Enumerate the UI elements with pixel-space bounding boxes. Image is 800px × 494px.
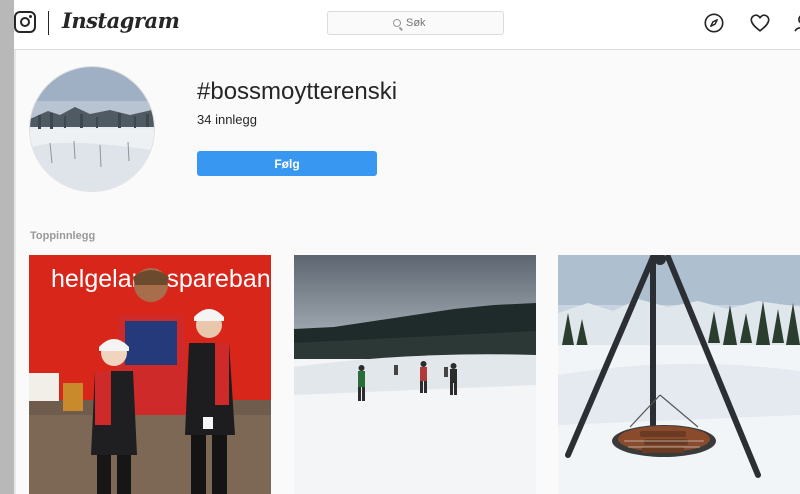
top-post-1[interactable]: helgeland sparebank	[29, 255, 271, 494]
instagram-logo[interactable]: Instagram	[62, 8, 180, 33]
profile-icon[interactable]	[792, 12, 800, 34]
compass-icon[interactable]	[703, 12, 725, 34]
heart-icon[interactable]	[749, 12, 771, 34]
top-nav-bar: Instagram	[14, 0, 800, 50]
instagram-camera-icon[interactable]	[14, 11, 36, 33]
search-input[interactable]	[406, 17, 438, 29]
top-post-2[interactable]	[294, 255, 536, 494]
follow-button[interactable]: Følg	[197, 151, 377, 176]
window-edge	[0, 0, 16, 494]
logo-divider	[48, 11, 49, 35]
hashtag-title: #bossmoytterenski	[197, 78, 398, 105]
search-box[interactable]	[327, 11, 504, 35]
post-count: 34 innlegg	[197, 112, 257, 127]
hashtag-avatar	[29, 66, 155, 192]
top-post-3[interactable]	[558, 255, 800, 494]
top-posts-label: Toppinnlegg	[30, 230, 96, 242]
search-icon	[393, 19, 401, 27]
